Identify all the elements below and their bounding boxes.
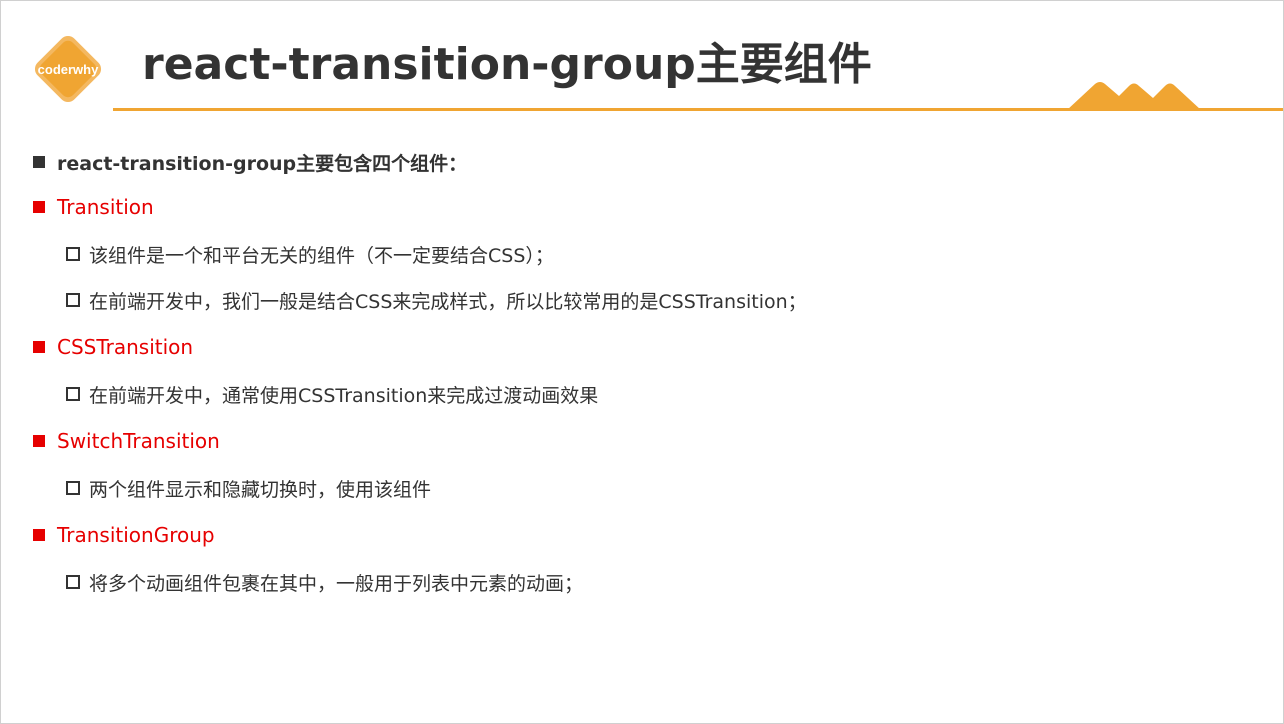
intro-line: react-transition-group主要包含四个组件： [33, 141, 1253, 183]
content: react-transition-group主要包含四个组件： Transiti… [33, 141, 1253, 605]
section-label: Transition [57, 195, 154, 219]
list-item-text: 在前端开发中，通常使用CSSTransition来完成过渡动画效果 [89, 384, 599, 407]
section-label: SwitchTransition [57, 429, 220, 453]
section-label: TransitionGroup [57, 523, 215, 547]
red-square-bullet-icon [33, 341, 45, 353]
mountains-decoration-icon [1067, 82, 1201, 110]
square-bullet-icon [33, 156, 45, 168]
section-heading: CSSTransition [33, 323, 1253, 371]
hollow-square-bullet-icon [66, 387, 80, 401]
section-heading: TransitionGroup [33, 511, 1253, 559]
hollow-square-bullet-icon [66, 247, 80, 261]
sections-list: Transition 该组件是一个和平台无关的组件（不一定要结合CSS）； 在前端开… [33, 183, 1253, 605]
red-square-bullet-icon [33, 435, 45, 447]
list-item-text: 在前端开发中，我们一般是结合CSS来完成样式，所以比较常用的是CSSTransi… [89, 290, 807, 313]
list-item: 该组件是一个和平台无关的组件（不一定要结合CSS）； [33, 231, 1253, 277]
list-item: 在前端开发中，通常使用CSSTransition来完成过渡动画效果 [33, 371, 1253, 417]
section-label: CSSTransition [57, 335, 194, 359]
red-square-bullet-icon [33, 201, 45, 213]
red-square-bullet-icon [33, 529, 45, 541]
section-heading: Transition [33, 183, 1253, 231]
hollow-square-bullet-icon [66, 293, 80, 307]
section-heading: SwitchTransition [33, 417, 1253, 465]
intro-text: react-transition-group主要包含四个组件： [57, 152, 468, 175]
list-item: 将多个动画组件包裹在其中，一般用于列表中元素的动画； [33, 559, 1253, 605]
coderwhy-logo: coderwhy [28, 29, 108, 109]
page-title: react-transition-group主要组件 [142, 39, 872, 90]
list-item-text: 两个组件显示和隐藏切换时，使用该组件 [89, 478, 432, 501]
hollow-square-bullet-icon [66, 575, 80, 589]
list-item: 在前端开发中，我们一般是结合CSS来完成样式，所以比较常用的是CSSTransi… [33, 277, 1253, 323]
logo-text: coderwhy [37, 61, 99, 77]
list-item: 两个组件显示和隐藏切换时，使用该组件 [33, 465, 1253, 511]
list-item-text: 将多个动画组件包裹在其中，一般用于列表中元素的动画； [89, 572, 584, 595]
slide: coderwhy react-transition-group主要组件 reac… [0, 0, 1284, 724]
list-item-text: 该组件是一个和平台无关的组件（不一定要结合CSS）； [89, 244, 554, 267]
hollow-square-bullet-icon [66, 481, 80, 495]
